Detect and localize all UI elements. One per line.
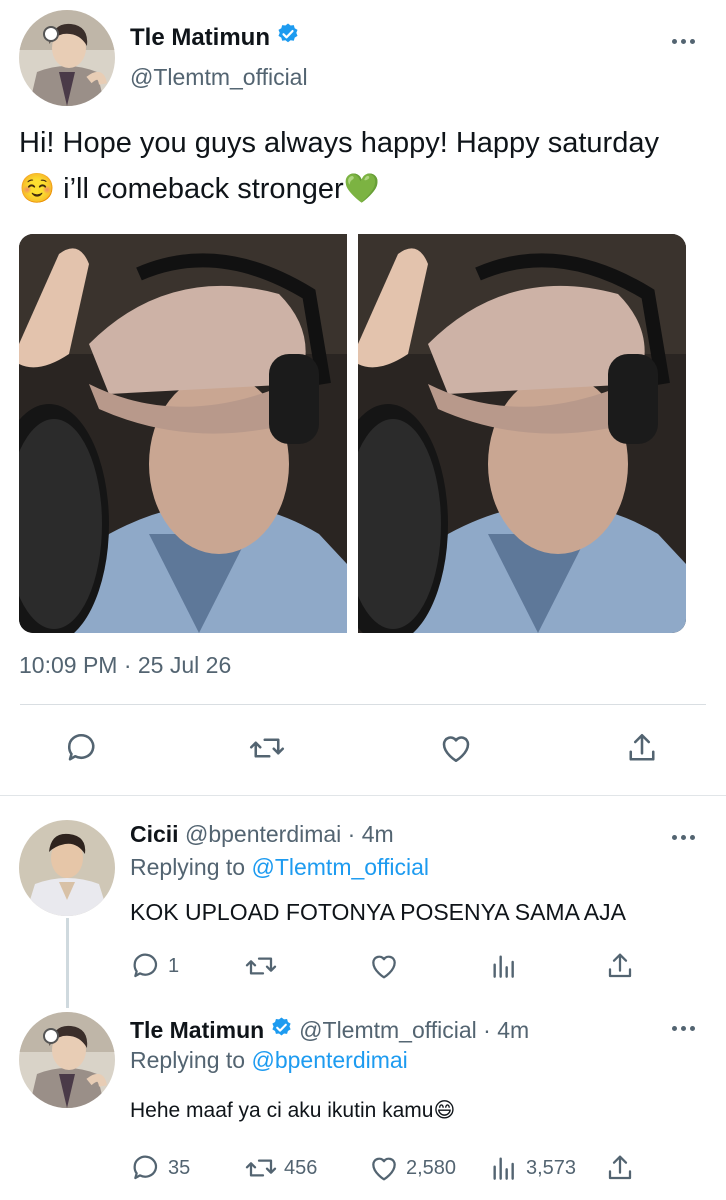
main-author-handle[interactable]: @Tlemtm_official xyxy=(130,64,308,91)
views-button[interactable]: 3,573 xyxy=(488,1152,576,1184)
reply-count: 35 xyxy=(168,1156,191,1179)
share-icon xyxy=(624,730,660,766)
main-author-name[interactable]: Tle Matimun xyxy=(130,24,270,52)
more-icon[interactable] xyxy=(672,1026,695,1031)
retweet-button[interactable] xyxy=(248,730,286,766)
reply2-text: Hehe maaf ya ci aku ikutin kamu😄 xyxy=(130,1099,456,1122)
reply-button[interactable]: 1 xyxy=(130,950,179,982)
verified-badge-icon xyxy=(270,1016,293,1045)
verified-badge-icon xyxy=(276,22,300,53)
retweet-button[interactable]: 456 xyxy=(244,1152,317,1184)
divider xyxy=(20,704,706,705)
reply-button[interactable] xyxy=(64,730,100,766)
reply-icon xyxy=(64,730,100,766)
main-author-avatar[interactable] xyxy=(19,10,115,106)
like-icon xyxy=(368,1152,400,1184)
more-icon[interactable] xyxy=(672,39,695,44)
tweet-timestamp[interactable]: 10:09 PM · 25 Jul 26 xyxy=(19,652,231,679)
share-button[interactable] xyxy=(604,950,636,982)
reply1-meta[interactable]: @bpenterdimai · 4m xyxy=(185,821,394,847)
more-icon[interactable] xyxy=(672,835,695,840)
like-button[interactable] xyxy=(368,950,400,982)
views-icon xyxy=(488,950,520,982)
reply2-replying-prefix: Replying to xyxy=(130,1047,246,1073)
retweet-icon xyxy=(248,730,286,766)
reply-icon xyxy=(130,1152,162,1184)
like-icon xyxy=(438,730,474,766)
thread-line xyxy=(66,918,69,1008)
reply2-replying-to-link[interactable]: @bpenterdimai xyxy=(251,1047,407,1073)
like-icon xyxy=(368,950,400,982)
share-icon xyxy=(604,1152,636,1184)
retweet-icon xyxy=(244,950,278,982)
share-button[interactable] xyxy=(624,730,660,766)
reply1-author-name[interactable]: Cicii xyxy=(130,821,179,847)
section-separator xyxy=(0,795,726,796)
tweet-photo-2[interactable] xyxy=(358,234,686,633)
like-count: 2,580 xyxy=(406,1156,457,1179)
reply2-author-name[interactable]: Tle Matimun xyxy=(130,1017,264,1044)
reply1-author-avatar[interactable] xyxy=(19,820,115,916)
like-button[interactable] xyxy=(438,730,474,766)
reply1-text: KOK UPLOAD FOTONYA POSENYA SAMA AJA xyxy=(130,899,626,925)
reply2-author-avatar[interactable] xyxy=(19,1012,115,1108)
reply1-replying-to-link[interactable]: @Tlemtm_official xyxy=(251,854,429,880)
view-count: 3,573 xyxy=(526,1156,577,1179)
share-button[interactable] xyxy=(604,1152,636,1184)
like-button[interactable]: 2,580 xyxy=(368,1152,456,1184)
reply2-meta[interactable]: @Tlemtm_official · 4m xyxy=(299,1017,529,1044)
retweet-button[interactable] xyxy=(244,950,278,982)
views-icon xyxy=(488,1152,520,1184)
share-icon xyxy=(604,950,636,982)
main-tweet-text: Hi! Hope you guys always happy! Happy sa… xyxy=(19,127,659,205)
tweet-photo-1[interactable] xyxy=(19,234,347,633)
retweet-icon xyxy=(244,1152,278,1184)
retweet-count: 456 xyxy=(284,1156,318,1179)
reply-icon xyxy=(130,950,162,982)
reply-count: 1 xyxy=(168,954,180,977)
views-button[interactable] xyxy=(488,950,520,982)
reply-button[interactable]: 35 xyxy=(130,1152,190,1184)
reply1-replying-prefix: Replying to xyxy=(130,854,246,880)
